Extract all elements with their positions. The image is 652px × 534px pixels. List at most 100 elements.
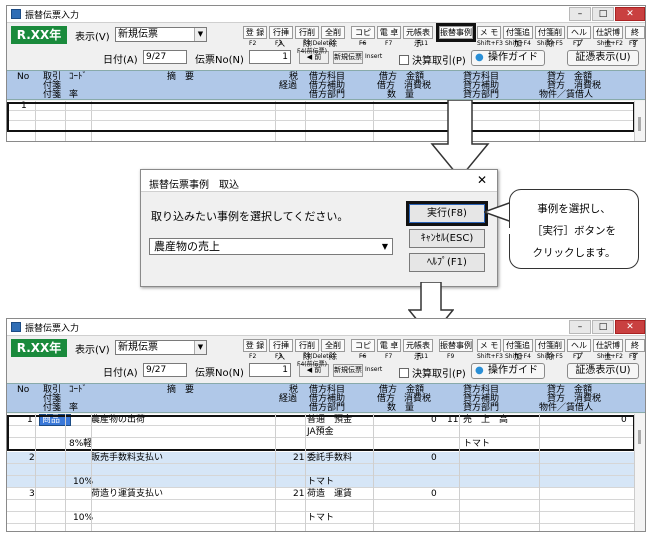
- callout-text: 事例を選択し、: [537, 203, 611, 215]
- ledger-button[interactable]: 元帳表示: [403, 339, 433, 361]
- operation-guide-button[interactable]: 操作ガイド: [471, 50, 545, 66]
- close-button[interactable]: ✕: [615, 320, 645, 334]
- copy-button[interactable]: コピー: [351, 339, 375, 361]
- transfer-example-button[interactable]: 振替事例: [436, 23, 476, 42]
- journal-doctor-button[interactable]: 仕訳博士: [593, 339, 623, 361]
- delete-all-button[interactable]: 全削除: [321, 26, 345, 48]
- close-button[interactable]: ✕: [615, 7, 645, 21]
- display-select[interactable]: 新規伝票 ▼: [115, 340, 207, 355]
- app-icon: [11, 322, 21, 332]
- fkey-label: Shift+F3: [477, 40, 503, 47]
- cancel-button[interactable]: ｷｬﾝｾﾙ(ESC): [409, 229, 485, 248]
- memo-button[interactable]: メ モ: [477, 26, 501, 39]
- maximize-button[interactable]: □: [592, 320, 614, 334]
- display-label: 表示(V): [75, 32, 110, 43]
- new-voucher-button[interactable]: 新規伝票: [333, 364, 363, 377]
- date-input[interactable]: 9/27: [143, 363, 187, 377]
- journal-grid[interactable]: 1 商品 農産物の出荷 普通 預金 0 11 売 上 高 0 JA預金 8%軽 …: [7, 414, 645, 531]
- fkey-label: F1: [573, 353, 581, 360]
- grid-header: No 取引 付箋 付箋 ｺｰﾄﾞ 率 摘 要 税 経過 借方科目 借方補助 借方…: [7, 70, 645, 100]
- grid-scrollbar[interactable]: [634, 414, 645, 531]
- add-sticky-button[interactable]: 付箋追加: [503, 339, 533, 361]
- kessan-checkbox[interactable]: 決算取引(P): [399, 52, 466, 67]
- insert-key-label: Insert: [365, 366, 383, 373]
- fkey-label: F6: [359, 353, 367, 360]
- selected-row-highlight: [7, 102, 635, 132]
- calculator-button[interactable]: 電 卓: [377, 339, 401, 352]
- maximize-button[interactable]: □: [592, 7, 614, 21]
- fkey-label: F8: [629, 353, 637, 360]
- operation-guide-button[interactable]: 操作ガイド: [471, 363, 545, 379]
- exit-button[interactable]: 終 了: [625, 26, 645, 48]
- delete-all-button[interactable]: 全削除: [321, 339, 345, 361]
- minimize-button[interactable]: –: [569, 7, 591, 21]
- journal-window-before: 振替伝票入力 – □ ✕ R.XX年 表示(V) 新規伝票 ▼ 登 録 行挿入 行…: [6, 5, 646, 142]
- era-badge: R.XX年: [11, 26, 67, 44]
- fkey-label: F9: [447, 353, 455, 360]
- callout-text: ［実行］ボタンを: [532, 225, 616, 237]
- table-row[interactable]: 2 販売手数料支払い 21 委託手数料 0: [7, 452, 635, 464]
- example-select[interactable]: 農産物の売上 ▼: [149, 238, 393, 255]
- dialog-help-button[interactable]: ﾍﾙﾌﾟ(F1): [409, 253, 485, 272]
- close-icon[interactable]: ✕: [477, 173, 487, 187]
- register-button[interactable]: 登 録: [243, 339, 267, 352]
- fkey-label: Shift+F4: [505, 353, 531, 360]
- era-badge: R.XX年: [11, 339, 67, 357]
- delete-row-button[interactable]: 行削除: [295, 339, 319, 361]
- fkey-label: Shift+F2: [597, 40, 623, 47]
- calculator-button[interactable]: 電 卓: [377, 26, 401, 39]
- date-input[interactable]: 9/27: [143, 50, 187, 64]
- callout-text: クリックします。: [532, 247, 616, 259]
- voucher-display-button[interactable]: 証憑表示(U): [567, 363, 639, 379]
- display-label: 表示(V): [75, 345, 110, 356]
- prev-key-label: F4(前伝票): [297, 361, 327, 368]
- journal-grid[interactable]: 1: [7, 101, 645, 141]
- date-label: 日付(A): [103, 368, 138, 379]
- fkey-label: F7: [385, 353, 393, 360]
- date-label: 日付(A): [103, 55, 138, 66]
- memo-button[interactable]: メ モ: [477, 339, 501, 352]
- fkey-label: Shift+F5: [537, 40, 563, 47]
- dialog-prompt: 取り込みたい事例を選択してください。: [151, 210, 349, 223]
- dialog-title: 振替伝票事例 取込: [149, 180, 239, 191]
- example-import-dialog: 振替伝票事例 取込 ✕ 取り込みたい事例を選択してください。 農産物の売上 ▼ 実…: [140, 169, 498, 287]
- remove-sticky-button[interactable]: 付箋削除: [535, 339, 565, 361]
- journal-doctor-button[interactable]: 仕訳博士: [593, 26, 623, 48]
- exit-button[interactable]: 終 了: [625, 339, 645, 361]
- help-button[interactable]: ヘルプ: [567, 339, 591, 361]
- fkey-label: Shift+F4: [505, 40, 531, 47]
- add-sticky-button[interactable]: 付箋追加: [503, 26, 533, 48]
- register-button[interactable]: 登 録: [243, 26, 267, 39]
- denpyo-input[interactable]: 1: [249, 50, 291, 64]
- transfer-example-button[interactable]: 振替事例: [439, 339, 473, 352]
- fkey-label: Shift+F2: [597, 353, 623, 360]
- fkey-label: F3: [275, 353, 283, 360]
- fkey-label: F11: [417, 353, 429, 360]
- grid-scrollbar[interactable]: [634, 101, 645, 141]
- kessan-checkbox[interactable]: 決算取引(P): [399, 365, 466, 380]
- table-row[interactable]: 3 荷造り運賃支払い 21 荷造 運賃 0: [7, 488, 635, 500]
- minimize-button[interactable]: –: [569, 320, 591, 334]
- chevron-down-icon: ▼: [194, 28, 206, 41]
- fkey-label: F7: [385, 40, 393, 47]
- new-voucher-button[interactable]: 新規伝票: [333, 51, 363, 64]
- title-bar: 振替伝票入力 – □ ✕: [7, 6, 645, 23]
- voucher-display-button[interactable]: 証憑表示(U): [567, 50, 639, 66]
- denpyo-label: 伝票No(N): [195, 368, 244, 379]
- execute-button[interactable]: 実行(F8): [406, 201, 488, 226]
- denpyo-input[interactable]: 1: [249, 363, 291, 377]
- app-icon: [11, 9, 21, 19]
- fkey-label: F2: [249, 40, 257, 47]
- journal-window-after: 振替伝票入力 – □ ✕ R.XX年 表示(V) 新規伝票 ▼ 登 録 行挿入 行…: [6, 318, 646, 532]
- delete-row-button[interactable]: 行削除: [295, 26, 319, 48]
- ledger-button[interactable]: 元帳表示: [403, 26, 433, 48]
- down-arrow-icon: [430, 100, 490, 180]
- insert-row-button[interactable]: 行挿入: [269, 339, 293, 361]
- remove-sticky-button[interactable]: 付箋削除: [535, 26, 565, 48]
- insert-row-button[interactable]: 行挿入: [269, 26, 293, 48]
- fkey-label: F11: [417, 40, 429, 47]
- help-button[interactable]: ヘルプ: [567, 26, 591, 48]
- selected-row-highlight: [7, 415, 635, 451]
- copy-button[interactable]: コピー: [351, 26, 375, 48]
- display-select[interactable]: 新規伝票 ▼: [115, 27, 207, 42]
